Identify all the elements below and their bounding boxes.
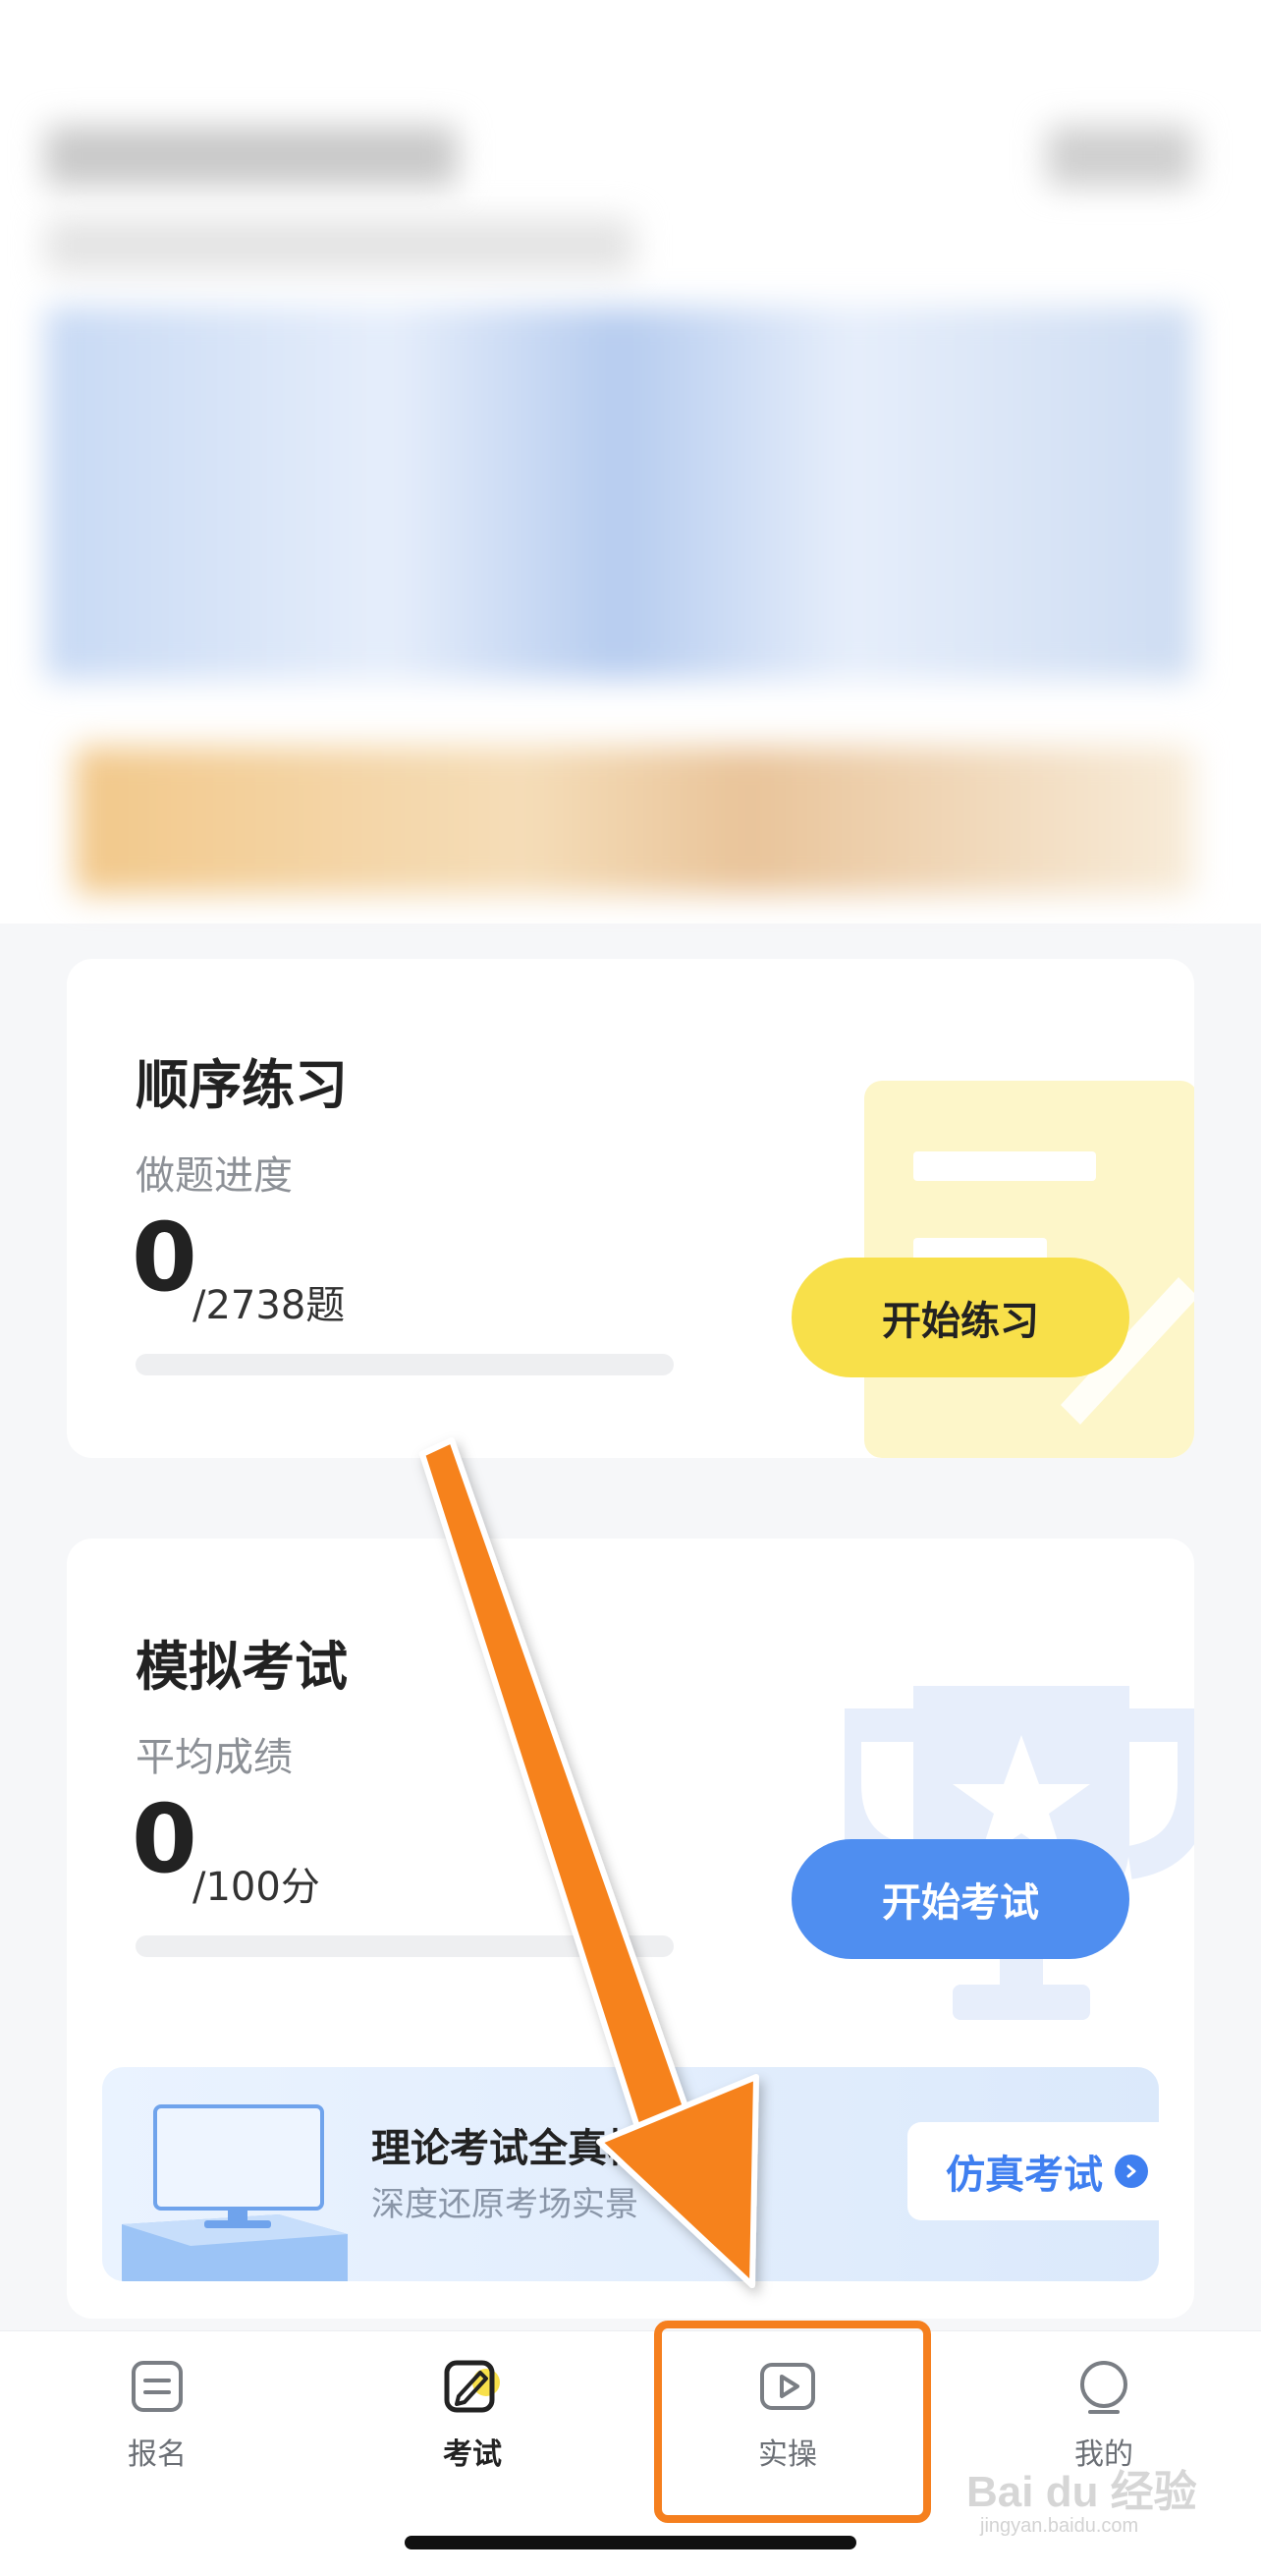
practice-progress-bar xyxy=(136,1354,674,1375)
tab-exam[interactable]: 考试 xyxy=(374,2357,571,2494)
practice-title: 顺序练习 xyxy=(136,1054,348,1116)
blurred-action[interactable] xyxy=(1047,126,1194,187)
blurred-banner[interactable] xyxy=(45,307,1194,680)
simulation-exam-label: 仿真考试 xyxy=(946,2153,1103,2198)
exam-card: 模拟考试 平均成绩 0 /100分 开始考试 理论考试全真模 深度还原考场实景 … xyxy=(67,1539,1194,2319)
watermark: Bai du 经验 xyxy=(966,2468,1197,2516)
pencil-icon xyxy=(444,2360,500,2413)
blurred-promo-strip[interactable] xyxy=(75,747,1194,894)
progress-label: 做题进度 xyxy=(136,1153,293,1199)
header-area xyxy=(0,0,1261,924)
watermark-url: jingyan.baidu.com xyxy=(980,2515,1139,2537)
average-score-label: 平均成绩 xyxy=(136,1735,293,1780)
simulation-exam-button[interactable]: 仿真考试 xyxy=(907,2122,1159,2220)
exam-title: 模拟考试 xyxy=(136,1636,348,1698)
practice-count: 0 xyxy=(132,1203,197,1313)
person-icon xyxy=(1080,2361,1127,2414)
simulation-banner[interactable]: 理论考试全真模 深度还原考场实景 仿真考试 xyxy=(102,2067,1159,2281)
simulation-title: 理论考试全真模 xyxy=(371,2126,646,2171)
start-exam-button[interactable]: 开始考试 xyxy=(792,1839,1129,1959)
blurred-subtitle xyxy=(45,218,634,273)
monitor-illustration-icon xyxy=(122,2104,348,2281)
trophy-illustration-icon xyxy=(845,1686,1194,2020)
exam-progress-bar xyxy=(136,1935,674,1957)
practice-total: /2738题 xyxy=(192,1283,346,1328)
practice-card: 顺序练习 做题进度 0 /2738题 开始练习 xyxy=(67,959,1194,1458)
tab-exam-label: 考试 xyxy=(443,2437,502,2472)
annotation-highlight-box xyxy=(654,2321,931,2523)
home-indicator xyxy=(405,2536,856,2549)
start-practice-button[interactable]: 开始练习 xyxy=(792,1258,1129,1377)
simulation-subtitle: 深度还原考场实景 xyxy=(371,2185,638,2224)
chevron-right-icon xyxy=(1115,2155,1148,2188)
tab-signup[interactable]: 报名 xyxy=(59,2357,255,2494)
tab-signup-label: 报名 xyxy=(128,2437,187,2472)
exam-total: /100分 xyxy=(192,1865,320,1910)
blurred-title xyxy=(45,126,458,187)
exam-score: 0 xyxy=(132,1784,197,1894)
list-icon xyxy=(132,2361,183,2412)
